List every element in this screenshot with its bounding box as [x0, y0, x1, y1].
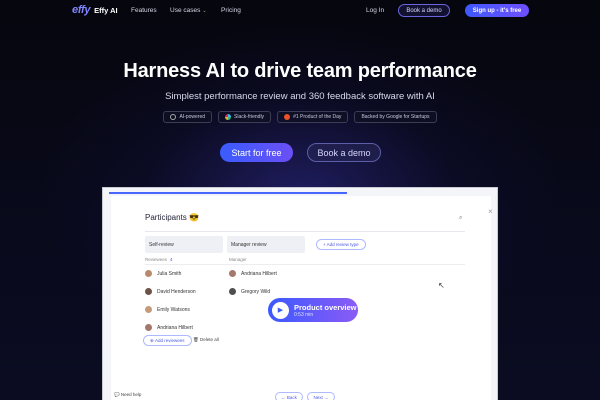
badge-ai-powered: AI-powered [163, 111, 213, 123]
reviewees-count: 4 [170, 257, 173, 262]
ai-icon [170, 114, 177, 120]
add-reviewees-button[interactable]: ⊕ Add reviewees [143, 335, 192, 346]
hero-title: Harness AI to drive team performance [123, 60, 477, 82]
person-name: Andriana Hilbert [157, 324, 193, 331]
reviewee-item[interactable]: Julia Smith [145, 270, 181, 277]
video-duration: 0:53 min [294, 311, 314, 318]
product-hunt-icon [284, 114, 291, 120]
video-title: Product overview [294, 302, 357, 312]
person-name: Julia Smith [157, 270, 182, 277]
logo-mark: effy [72, 4, 91, 16]
book-demo-nav-button[interactable]: Book a demo [398, 4, 450, 17]
back-button[interactable]: ← Back [275, 392, 303, 400]
avatar [145, 306, 152, 313]
badge-label: Slack-friendly [234, 114, 265, 120]
reviewees-label: Reviewees [145, 257, 168, 262]
avatar [145, 270, 152, 277]
divider [145, 264, 465, 265]
delete-all-label: Delete all [199, 337, 219, 342]
chat-icon: 💬 [114, 392, 121, 397]
person-name: Emily Watsons [157, 306, 190, 313]
reviewee-item[interactable]: Emily Watsons [145, 306, 190, 313]
avatar [145, 288, 152, 295]
badge-label: #1 Product of the Day [293, 114, 342, 120]
delete-all-button[interactable]: 🗑 Delete all [193, 337, 219, 343]
product-overview-video-button[interactable]: ▶ Product overview 0:53 min [268, 298, 358, 322]
manager-review-column[interactable]: Manager review [227, 236, 305, 253]
person-name: David Henderson [157, 288, 196, 295]
participants-panel: Participants 😎 ⌕ × Self-review Manager r… [111, 196, 493, 400]
chevron-down-icon: ⌄ [202, 8, 207, 14]
mouse-cursor-icon: ↖ [438, 281, 445, 290]
arrow-right-icon: → [322, 394, 329, 400]
start-free-button[interactable]: Start for free [220, 143, 293, 162]
reviewees-header: Reviewees 4 [145, 257, 173, 262]
avatar [229, 288, 236, 295]
app-preview: Participants 😎 ⌕ × Self-review Manager r… [102, 187, 498, 400]
person-name: Andriana Hilbert [241, 270, 277, 277]
reviewee-item[interactable]: David Henderson [145, 288, 196, 295]
hero-subtitle: Simplest performance review and 360 feed… [165, 91, 435, 102]
next-label: Next [313, 394, 323, 400]
play-icon: ▶ [272, 301, 289, 319]
next-button[interactable]: Next → [307, 392, 335, 400]
manager-header: Manager [229, 257, 247, 262]
manager-item[interactable]: Gregory Wild [229, 288, 270, 295]
badge-label: AI-powered [179, 114, 206, 120]
add-review-type-button[interactable]: + Add review type [316, 239, 366, 250]
trash-icon: 🗑 [193, 337, 200, 342]
self-review-column[interactable]: Self-review [145, 236, 223, 253]
nav-use-cases-label: Use cases [170, 7, 201, 14]
badge-product-hunt: #1 Product of the Day [277, 111, 349, 123]
avatar [229, 270, 236, 277]
badge-label: Backed by Google for Startups [361, 114, 430, 120]
nav-use-cases-menu[interactable]: Use cases ⌄ [170, 7, 207, 14]
nav-pricing-link[interactable]: Pricing [221, 7, 241, 14]
reviewee-item[interactable]: Andriana Hilbert [145, 324, 193, 331]
video-label: Product overview 0:53 min [294, 303, 357, 318]
nav-features-link[interactable]: Features [131, 7, 157, 14]
close-icon[interactable]: × [488, 207, 493, 216]
person-name: Gregory Wild [241, 288, 271, 295]
logo[interactable]: effy Effy AI [72, 4, 118, 16]
divider [145, 231, 465, 232]
logo-text: Effy AI [94, 5, 118, 15]
need-help-button[interactable]: 💬 Need help [114, 392, 141, 398]
login-link[interactable]: Log In [366, 7, 384, 14]
back-label: Back [286, 394, 297, 400]
panel-title: Participants 😎 [145, 213, 199, 222]
progress-bar [109, 192, 347, 194]
badge-row: AI-powered Slack-friendly #1 Product of … [0, 111, 600, 123]
slack-icon [225, 114, 232, 120]
need-help-label: Need help [120, 392, 142, 397]
top-nav: effy Effy AI Features Use cases ⌄ Pricing… [0, 0, 600, 22]
avatar [145, 324, 152, 331]
manager-item[interactable]: Andriana Hilbert [229, 270, 277, 277]
search-icon[interactable]: ⌕ [459, 215, 462, 222]
add-reviewees-label: Add reviewees [155, 338, 185, 343]
badge-google-startups: Backed by Google for Startups [354, 111, 437, 123]
badge-slack: Slack-friendly [218, 111, 272, 123]
book-demo-button[interactable]: Book a demo [307, 143, 381, 162]
signup-button[interactable]: Sign up - it's free [465, 4, 529, 17]
